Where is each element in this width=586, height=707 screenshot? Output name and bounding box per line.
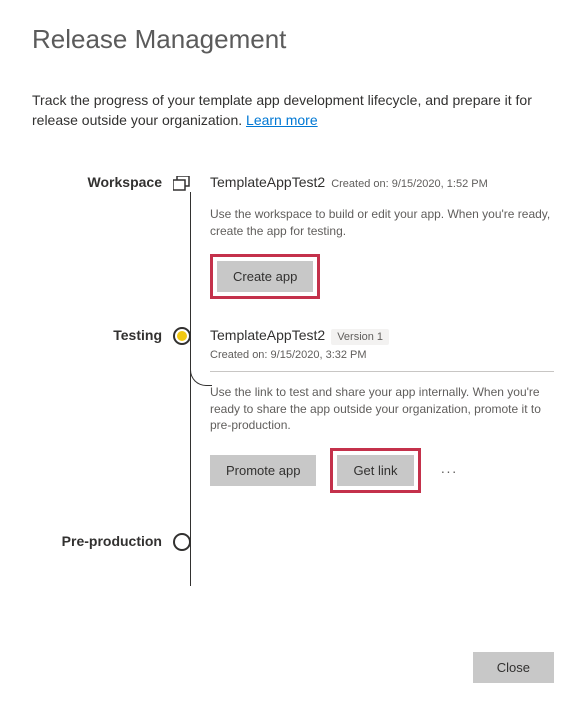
stage-testing-label: Testing: [32, 327, 172, 493]
get-link-highlight: Get link: [330, 448, 420, 493]
release-timeline: Workspace TemplateAppTest2 Created on: 9…: [32, 174, 554, 636]
workspace-icon: [173, 176, 191, 299]
release-management-panel: Release Management Track the progress of…: [0, 0, 586, 707]
page-description: Track the progress of your template app …: [32, 91, 554, 130]
panel-footer: Close: [32, 636, 554, 683]
preproduction-status-icon: [173, 533, 191, 551]
stage-workspace-content: TemplateAppTest2 Created on: 9/15/2020, …: [192, 174, 554, 299]
testing-status-icon: [173, 327, 191, 345]
stage-workspace-node: [172, 174, 192, 299]
learn-more-link[interactable]: Learn more: [246, 112, 318, 128]
testing-version-badge: Version 1: [331, 329, 389, 345]
get-link-button[interactable]: Get link: [337, 455, 413, 486]
stage-testing-node: [172, 327, 192, 493]
workspace-app-name: TemplateAppTest2: [210, 174, 325, 190]
stage-preproduction-label: Pre-production: [32, 533, 172, 551]
stage-testing: Testing TemplateAppTest2 Version 1 Creat…: [32, 327, 554, 493]
testing-status-dot: [177, 331, 187, 341]
stage-preproduction-content: [192, 533, 554, 551]
testing-app-name: TemplateAppTest2: [210, 327, 325, 343]
stage-preproduction: Pre-production: [32, 533, 554, 551]
stage-workspace: Workspace TemplateAppTest2 Created on: 9…: [32, 174, 554, 299]
testing-created-date: Created on: 9/15/2020, 3:32 PM: [210, 349, 554, 361]
create-app-highlight: Create app: [210, 254, 320, 299]
stage-preproduction-node: [172, 533, 192, 551]
testing-divider: [210, 371, 554, 372]
workspace-help-text: Use the workspace to build or edit your …: [210, 206, 554, 240]
testing-help-text: Use the link to test and share your app …: [210, 384, 554, 434]
promote-app-button[interactable]: Promote app: [210, 455, 316, 486]
workspace-created-date: Created on: 9/15/2020, 1:52 PM: [331, 178, 488, 190]
close-button[interactable]: Close: [473, 652, 554, 683]
more-options-button[interactable]: ···: [435, 459, 464, 483]
stage-workspace-label: Workspace: [32, 174, 172, 299]
page-title: Release Management: [32, 24, 554, 55]
stage-testing-content: TemplateAppTest2 Version 1 Created on: 9…: [192, 327, 554, 493]
create-app-button[interactable]: Create app: [217, 261, 313, 292]
